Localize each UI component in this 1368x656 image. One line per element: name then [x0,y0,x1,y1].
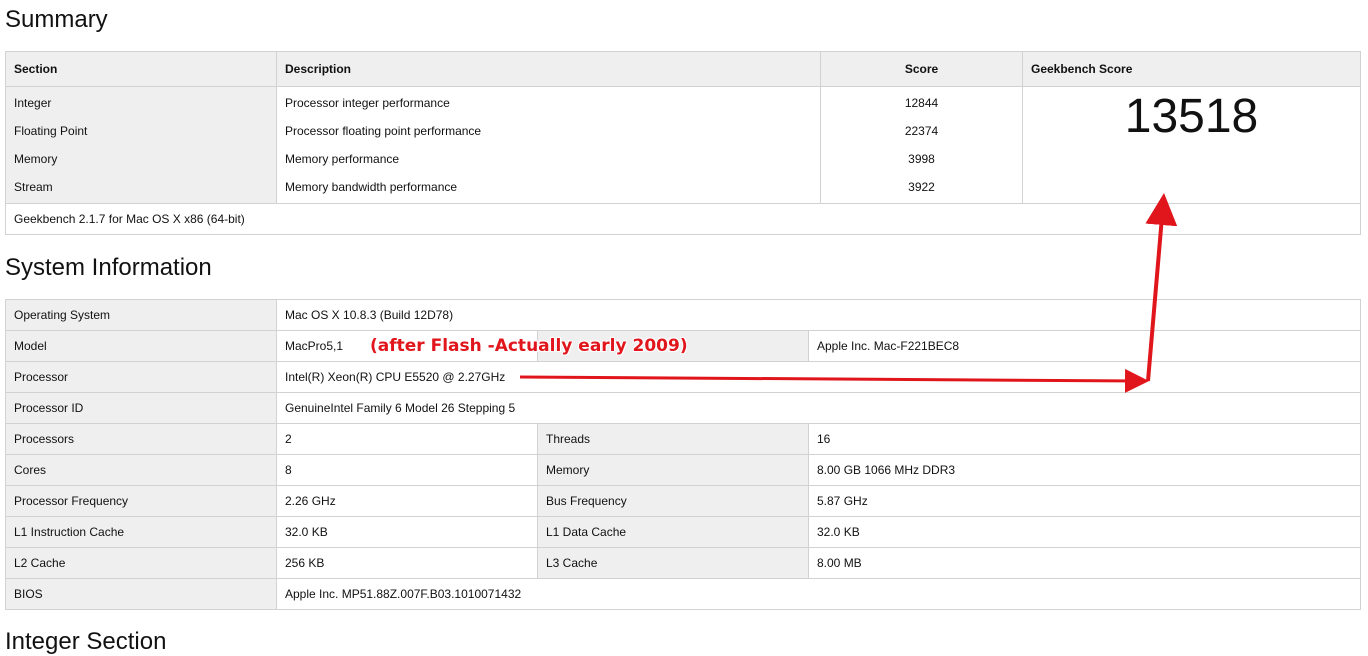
description-cell: Memory bandwidth performance [276,173,821,204]
info-label: Operating System [5,299,277,331]
geekbench-score-value: 13518 [1022,86,1361,204]
info-value: 16 [808,423,1361,455]
info-label: Bus Frequency [537,485,809,517]
info-label: Threads [537,423,809,455]
info-value: Mac OS X 10.8.3 (Build 12D78) [276,299,1361,331]
geekbench-version: Geekbench 2.1.7 for Mac OS X x86 (64-bit… [5,203,1361,235]
table-row: L2 Cache 256 KB L3 Cache 8.00 MB [5,547,1361,579]
info-label: Processor ID [5,392,277,424]
info-value: Intel(R) Xeon(R) CPU E5520 @ 2.27GHz [276,361,1361,393]
col-description: Description [276,51,821,87]
table-row: Cores 8 Memory 8.00 GB 1066 MHz DDR3 [5,454,1361,486]
info-label: Processor Frequency [5,485,277,517]
info-value: Apple Inc. Mac-F221BEC8 [808,330,1361,362]
summary-footer-row: Geekbench 2.1.7 for Mac OS X x86 (64-bit… [5,203,1361,235]
table-row: L1 Instruction Cache 32.0 KB L1 Data Cac… [5,516,1361,548]
info-value: GenuineIntel Family 6 Model 26 Stepping … [276,392,1361,424]
info-label: L3 Cache [537,547,809,579]
score-cell: 22374 [820,117,1023,145]
score-cell: 3922 [820,173,1023,204]
section-cell: Stream [5,173,277,204]
info-value: 256 KB [276,547,538,579]
description-cell: Processor integer performance [276,86,821,117]
section-cell: Floating Point [5,117,277,145]
info-label: L1 Instruction Cache [5,516,277,548]
info-value: 32.0 KB [276,516,538,548]
col-score: Score [820,51,1023,87]
info-value: 8.00 MB [808,547,1361,579]
table-row: Integer Processor integer performance 12… [5,86,1361,204]
table-row: Processor ID GenuineIntel Family 6 Model… [5,392,1361,424]
section-cell: Integer [5,86,277,117]
info-label: Processors [5,423,277,455]
table-row: Processor Intel(R) Xeon(R) CPU E5520 @ 2… [5,361,1361,393]
summary-table: Section Description Score Geekbench Scor… [5,51,1361,235]
table-row: Processors 2 Threads 16 [5,423,1361,455]
summary-header-row: Section Description Score Geekbench Scor… [5,51,1361,87]
description-cell: Processor floating point performance [276,117,821,145]
annotation-text: (after Flash -Actually early 2009) [370,336,688,356]
info-label: Memory [537,454,809,486]
info-label: L2 Cache [5,547,277,579]
table-row: Operating System Mac OS X 10.8.3 (Build … [5,299,1361,331]
summary-heading: Summary [5,6,108,33]
info-value: 2.26 GHz [276,485,538,517]
table-row: Processor Frequency 2.26 GHz Bus Frequen… [5,485,1361,517]
info-label: Cores [5,454,277,486]
info-value: 32.0 KB [808,516,1361,548]
info-label: L1 Data Cache [537,516,809,548]
section-cell: Memory [5,145,277,173]
info-label: Processor [5,361,277,393]
info-value: 5.87 GHz [808,485,1361,517]
table-row: BIOS Apple Inc. MP51.88Z.007F.B03.101007… [5,578,1361,610]
info-value: 2 [276,423,538,455]
info-value: Apple Inc. MP51.88Z.007F.B03.1010071432 [276,578,1361,610]
score-cell: 3998 [820,145,1023,173]
info-value: 8 [276,454,538,486]
integer-section-heading: Integer Section [5,628,167,655]
col-section: Section [5,51,277,87]
info-label: Model [5,330,277,362]
info-value: 8.00 GB 1066 MHz DDR3 [808,454,1361,486]
info-label: BIOS [5,578,277,610]
col-geekbench-score: Geekbench Score [1022,51,1361,87]
score-cell: 12844 [820,86,1023,117]
system-information-heading: System Information [5,254,212,281]
description-cell: Memory performance [276,145,821,173]
